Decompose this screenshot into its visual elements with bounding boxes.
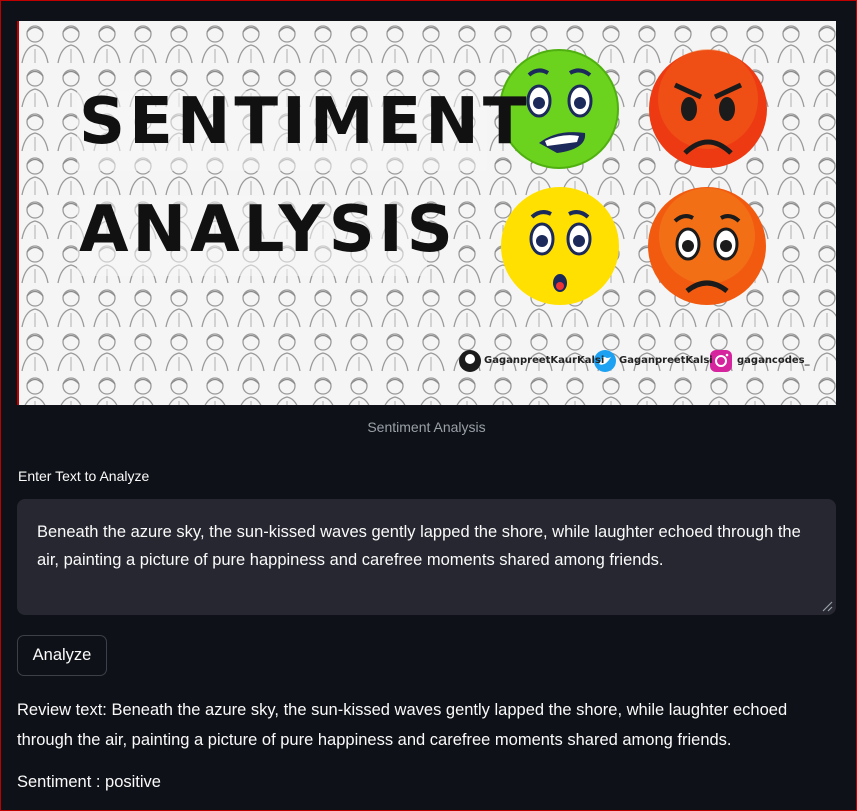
text-input-label: Enter Text to Analyze	[18, 468, 150, 484]
review-text-output: Review text: Beneath the azure sky, the …	[17, 701, 788, 749]
surprised-emoji-icon	[501, 187, 619, 305]
instagram-handle: gagancodes_	[737, 355, 810, 366]
instagram-icon	[710, 350, 732, 372]
github-icon	[459, 350, 481, 372]
banner-image: SENTIMENT ANALYSIS GaganpreetKaurKalsi G…	[17, 21, 836, 405]
banner-title-line1: SENTIMENT	[79, 85, 531, 159]
analyze-button[interactable]: Analyze	[17, 635, 107, 676]
image-caption: Sentiment Analysis	[367, 419, 486, 435]
github-handle: GaganpreetKaurKalsi	[484, 355, 605, 366]
sentiment-result: Sentiment : positive	[17, 773, 161, 791]
text-to-analyze-input[interactable]	[17, 499, 836, 615]
twitter-handle: GaganpreetKalsi	[619, 355, 713, 366]
sad-emoji-icon	[648, 187, 766, 305]
banner-accent-line	[17, 21, 19, 405]
banner-title-line2: ANALYSIS	[79, 193, 457, 267]
resize-handle-icon[interactable]	[821, 600, 833, 612]
